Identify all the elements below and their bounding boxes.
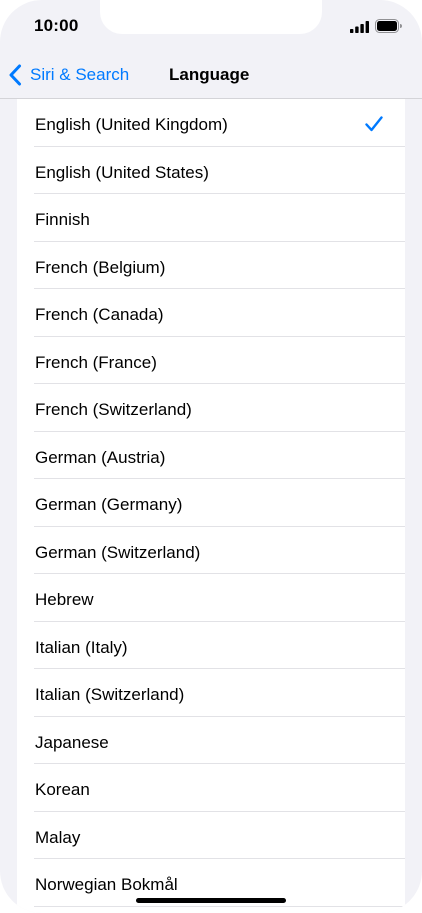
home-indicator[interactable]	[136, 898, 286, 903]
language-item-french-switzerland[interactable]: French (Switzerland)	[17, 384, 405, 432]
language-item-french-canada[interactable]: French (Canada)	[17, 289, 405, 337]
language-label: Italian (Switzerland)	[35, 685, 185, 704]
language-item-french-belgium[interactable]: French (Belgium)	[17, 242, 405, 289]
navigation-bar: Siri & Search Language	[0, 52, 422, 99]
back-button[interactable]: Siri & Search	[8, 62, 129, 88]
language-label: French (France)	[35, 352, 157, 372]
language-label: French (Canada)	[35, 305, 164, 324]
language-item-finnish[interactable]: Finnish	[17, 194, 405, 242]
language-item-hebrew[interactable]: Hebrew	[17, 574, 405, 622]
language-label: Korean	[35, 780, 90, 799]
language-item-italian-italy[interactable]: Italian (Italy)	[17, 622, 405, 669]
language-item-english-us[interactable]: English (United States)	[17, 147, 405, 194]
language-item-korean[interactable]: Korean	[17, 764, 405, 812]
language-item-japanese[interactable]: Japanese	[17, 717, 405, 764]
checkmark-icon	[365, 116, 383, 132]
language-item-german-austria[interactable]: German (Austria)	[17, 432, 405, 479]
cellular-signal-icon	[350, 21, 369, 33]
back-button-label: Siri & Search	[30, 65, 130, 84]
language-label: German (Austria)	[35, 447, 166, 467]
page-title: Language	[169, 65, 250, 84]
language-label: Japanese	[35, 732, 109, 752]
language-item-french-france[interactable]: French (France)	[17, 337, 405, 384]
language-label: Malay	[35, 827, 81, 847]
language-list: English (United Kingdom) English (United…	[17, 99, 405, 913]
language-label: English (United States)	[35, 162, 209, 182]
language-item-italian-switzerland[interactable]: Italian (Switzerland)	[17, 669, 405, 717]
language-label: French (Belgium)	[35, 257, 166, 277]
language-label: Italian (Italy)	[35, 637, 128, 657]
language-label: French (Switzerland)	[35, 400, 192, 419]
language-item-german-switzerland[interactable]: German (Switzerland)	[17, 527, 405, 574]
language-item-english-uk[interactable]: English (United Kingdom)	[17, 99, 405, 147]
language-label: English (United Kingdom)	[35, 115, 228, 134]
language-label: Norwegian Bokmål	[35, 875, 178, 894]
divider	[34, 905, 405, 907]
language-label: Hebrew	[35, 590, 94, 609]
language-label: German (Germany)	[35, 495, 183, 514]
status-time: 10:00	[34, 16, 79, 35]
language-label: German (Switzerland)	[35, 542, 201, 562]
language-item-german-germany[interactable]: German (Germany)	[17, 479, 405, 527]
notch	[100, 0, 322, 34]
language-item-malay[interactable]: Malay	[17, 812, 405, 859]
language-label: Finnish	[35, 210, 90, 229]
status-bar: 10:00	[0, 0, 422, 52]
phone-screen: 10:00 Siri & Search Language English (Un…	[0, 0, 422, 913]
battery-icon	[375, 19, 402, 33]
chevron-left-icon	[9, 64, 21, 86]
